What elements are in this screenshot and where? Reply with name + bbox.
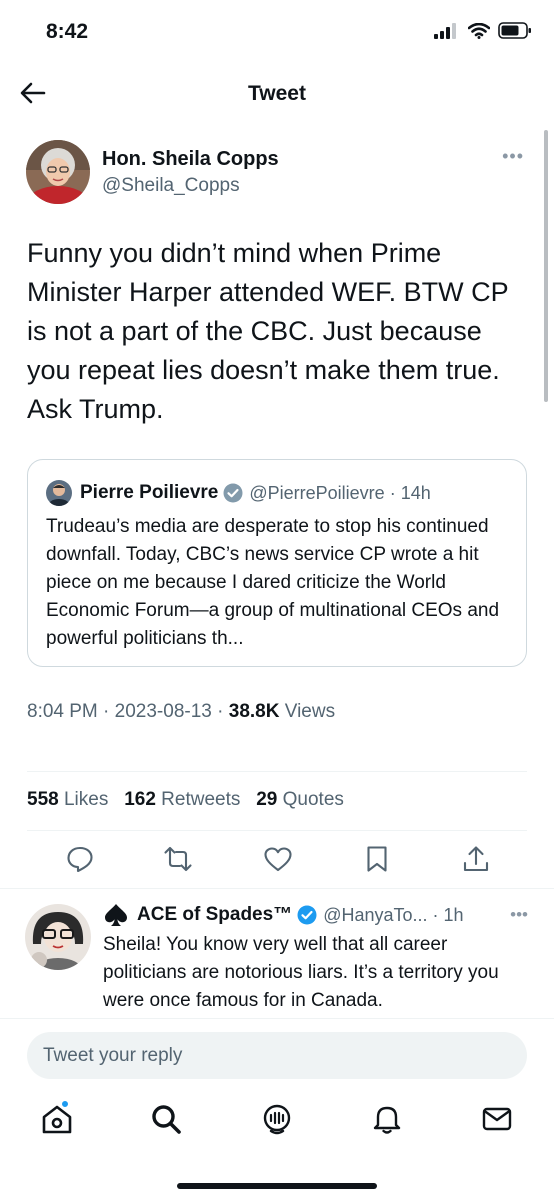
retweets-label: Retweets [161, 789, 241, 810]
tweet-author: Hon. Sheila Copps @Sheila_Copps ••• [26, 140, 526, 206]
notification-dot [61, 1100, 69, 1108]
tweet-actions [0, 844, 554, 876]
tweet-text: Funny you didn’t mind when Prime Ministe… [27, 238, 509, 424]
verified-badge-icon [297, 905, 317, 925]
notifications-bell-icon[interactable] [370, 1102, 404, 1136]
spade-icon [105, 904, 127, 926]
verified-badge-icon [223, 483, 243, 503]
like-heart-icon[interactable] [263, 844, 293, 874]
likes-label: Likes [63, 789, 109, 810]
retweet-icon[interactable] [163, 844, 193, 874]
status-bar: 8:42 [0, 0, 554, 64]
reply-tweet[interactable]: ACE of Spades™ @HanyaTo... · 1h ••• Shei… [0, 888, 554, 1018]
reply-text: Sheila! You know very well that all care… [103, 934, 499, 1011]
likes-stat[interactable]: 558 Likes [27, 789, 108, 810]
reply-composer: Tweet your reply [0, 1018, 554, 1090]
reply-header: ACE of Spades™ @HanyaTo... · 1h [103, 903, 464, 927]
quote-author-name: Pierre Poilievre [80, 482, 219, 503]
quotes-stat[interactable]: 29 Quotes [256, 789, 344, 810]
tweet-meta: 8:04 PM · 2023-08-13 · 38.8K Views [27, 701, 335, 723]
retweets-stat[interactable]: 162 Retweets [124, 789, 240, 810]
separator: · [217, 701, 224, 722]
tweet-time: 8:04 PM [27, 701, 98, 722]
quote-text: Trudeau’s media are desperate to stop hi… [46, 516, 500, 649]
spaces-icon[interactable] [260, 1102, 294, 1136]
quote-author-handle: @PierrePoilievre · 14h [249, 482, 431, 503]
quote-avatar [46, 480, 72, 506]
retweets-count: 162 [124, 789, 156, 810]
views-label[interactable]: Views [285, 701, 335, 722]
search-icon[interactable] [149, 1102, 183, 1136]
tweet-stats: 558 Likes 162 Retweets 29 Quotes [27, 789, 344, 811]
cellular-signal-icon [434, 22, 456, 39]
author-handle[interactable]: @Sheila_Copps [102, 175, 240, 197]
messages-icon[interactable] [480, 1102, 514, 1136]
page-title: Tweet [248, 82, 306, 105]
quote-header: Pierre Poilievre @PierrePoilievre · 14h [46, 480, 431, 506]
scrollbar[interactable] [544, 130, 548, 402]
bookmark-icon[interactable] [362, 844, 392, 874]
share-icon[interactable] [461, 844, 491, 874]
home-indicator [177, 1183, 377, 1189]
home-icon[interactable] [40, 1102, 74, 1136]
quotes-count: 29 [256, 789, 278, 810]
wifi-icon [468, 22, 490, 39]
reply-input[interactable]: Tweet your reply [27, 1032, 527, 1079]
status-icons [434, 22, 532, 39]
author-name[interactable]: Hon. Sheila Copps [102, 148, 279, 171]
author-avatar[interactable] [26, 140, 90, 204]
reply-avatar[interactable] [25, 904, 91, 970]
battery-icon [498, 22, 531, 39]
tweet-date: 2023-08-13 [114, 701, 212, 722]
likes-count: 558 [27, 789, 59, 810]
divider [27, 830, 527, 831]
views-count[interactable]: 38.8K [229, 701, 280, 722]
more-options-icon[interactable]: ••• [510, 905, 528, 925]
separator: · [103, 701, 110, 722]
reply-icon[interactable] [65, 844, 95, 874]
quotes-label: Quotes [282, 789, 344, 810]
divider [27, 771, 527, 772]
quoted-tweet[interactable]: Pierre Poilievre @PierrePoilievre · 14h … [27, 459, 527, 667]
more-options-icon[interactable]: ••• [502, 146, 524, 167]
bottom-tab-bar [0, 1090, 554, 1200]
status-time: 8:42 [46, 20, 89, 43]
reply-author-handle[interactable]: @HanyaTo... · 1h [323, 905, 463, 926]
reply-author-name[interactable]: ACE of Spades™ [137, 904, 292, 926]
header: Tweet [0, 64, 554, 124]
